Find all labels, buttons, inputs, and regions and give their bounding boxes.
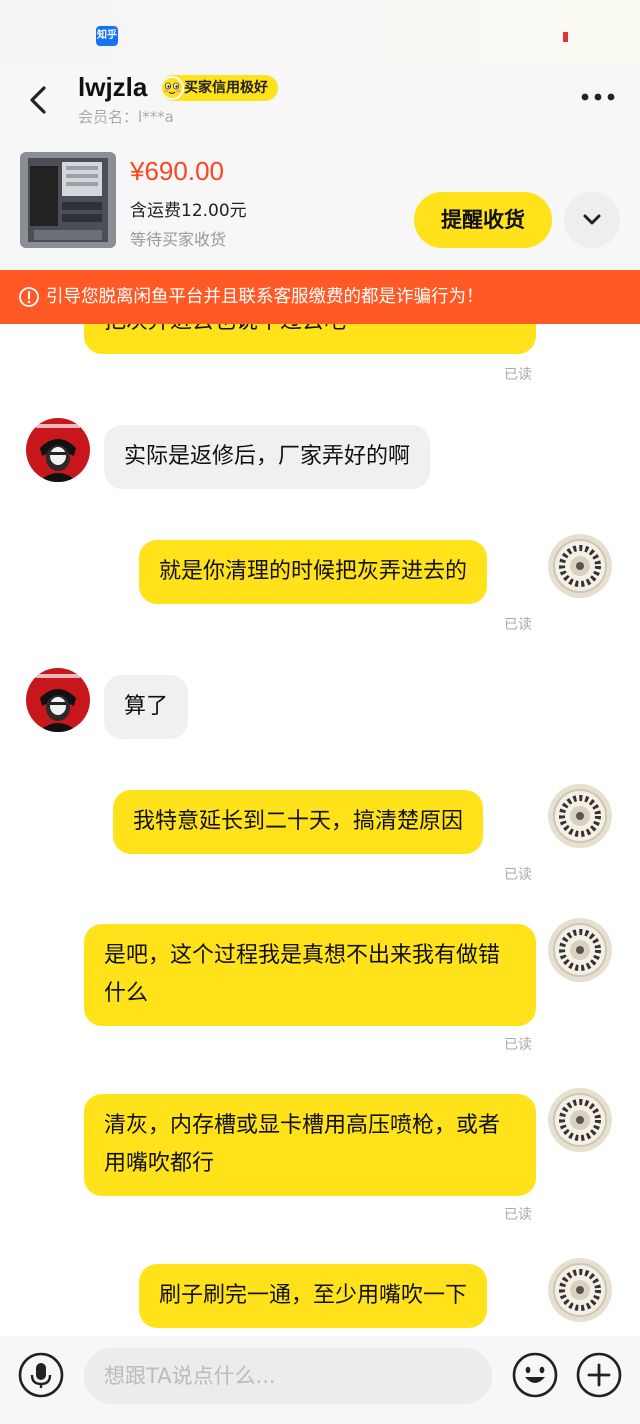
warning-text: 引导您脱离闲鱼平台并且联系客服缴费的都是诈骗行为！ [46,287,484,307]
expand-button[interactable] [564,192,620,248]
message-input-bar [0,1336,640,1424]
message-text: 把灰弄进去也说不过去吧 [104,324,346,334]
fraud-warning-banner: 引导您脱离闲鱼平台并且联系客服缴费的都是诈骗行为！ [0,270,640,324]
emoji-icon[interactable] [512,1352,558,1398]
smiley-face-icon [160,76,184,100]
my-avatar[interactable] [548,1258,612,1322]
chat-message-list[interactable]: 把灰弄进去也说不过去吧 已读 实际是返修后，厂家弄好的啊 就是你清理的时候把灰弄… [0,324,640,1336]
my-avatar[interactable] [548,784,612,848]
seller-avatar[interactable] [26,418,90,482]
my-avatar[interactable] [548,1088,612,1152]
zhihu-app-icon: 知乎 [96,26,118,46]
read-receipt: 已读 [504,617,532,633]
status-indicator-icon [563,32,568,42]
message-bubble-received[interactable]: 算了 [104,675,189,739]
read-receipt: 已读 [504,867,532,883]
back-arrow-icon[interactable] [26,82,54,118]
product-price: ¥690.00 [130,156,224,186]
product-thumbnail[interactable] [20,152,116,248]
my-avatar[interactable] [548,534,612,598]
read-receipt: 已读 [504,367,532,383]
message-bubble-sent[interactable]: 刷子刷完一通，至少用嘴吹一下 [139,1264,488,1328]
more-options-icon[interactable] [580,92,616,102]
message-input[interactable] [84,1348,492,1404]
message-text: 我特意延长到二十天，搞清楚原因 [133,809,464,834]
message-bubble-sent[interactable]: 就是你清理的时候把灰弄进去的 [139,540,488,604]
message-text: 算了 [124,694,169,719]
remind-receipt-button[interactable]: 提醒收货 [414,192,552,248]
status-bar: 知乎 [0,0,640,64]
my-avatar[interactable] [548,918,612,982]
message-text: 清灰，内存槽或显卡槽用高压喷枪，或者用嘴吹都行 [104,1113,501,1176]
read-receipt: 已读 [504,1207,532,1223]
seller-avatar[interactable] [26,668,90,732]
read-receipt: 已读 [504,1037,532,1053]
message-text: 是吧，这个过程我是真想不出来我有做错什么 [104,943,501,1006]
message-text: 刷子刷完一通，至少用嘴吹一下 [159,1283,468,1308]
chat-header: lwjzla 买家信用极好 会员名：l***a [0,64,640,136]
member-name: 会员名：l***a [78,108,174,126]
message-text: 实际是返修后，厂家弄好的啊 [124,444,411,469]
message-bubble-sent[interactable]: 把灰弄进去也说不过去吧 [84,324,536,354]
message-bubble-received[interactable]: 实际是返修后，厂家弄好的啊 [104,425,431,489]
shipping-fee: 含运费12.00元 [130,201,247,221]
credit-badge: 买家信用极好 [160,75,278,101]
plus-icon[interactable] [576,1352,622,1398]
product-card[interactable]: ¥690.00 含运费12.00元 等待买家收货 提醒收货 [0,136,640,270]
warning-circle-icon [19,287,39,307]
message-bubble-sent[interactable]: 清灰，内存槽或显卡槽用高压喷枪，或者用嘴吹都行 [84,1094,536,1196]
seller-username[interactable]: lwjzla [78,72,147,103]
message-bubble-sent[interactable]: 是吧，这个过程我是真想不出来我有做错什么 [84,924,536,1026]
message-text: 就是你清理的时候把灰弄进去的 [159,559,468,584]
chevron-down-icon [583,214,601,225]
microphone-icon[interactable] [18,1352,64,1398]
order-status: 等待买家收货 [130,230,227,249]
credit-badge-label: 买家信用极好 [184,80,268,96]
message-bubble-sent[interactable]: 我特意延长到二十天，搞清楚原因 [113,790,484,854]
